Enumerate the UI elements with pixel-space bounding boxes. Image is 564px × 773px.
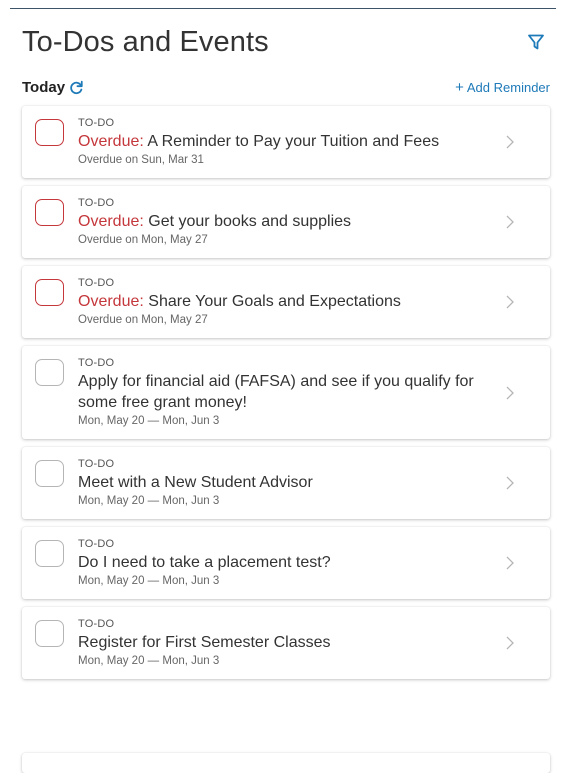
- item-title-text: Register for First Semester Classes: [78, 634, 331, 651]
- item-type: TO-DO: [78, 277, 115, 289]
- item-date: Overdue on Sun, Mar 31: [78, 154, 204, 166]
- filter-button[interactable]: [524, 30, 548, 54]
- item-type: TO-DO: [78, 538, 115, 550]
- refresh-icon: [70, 80, 83, 94]
- section-heading: Today: [22, 79, 85, 96]
- item-title-text: A Reminder to Pay your Tuition and Fees: [147, 133, 440, 150]
- item-type: TO-DO: [78, 357, 115, 369]
- todo-list: TO-DO Overdue: A Reminder to Pay your Tu…: [22, 106, 550, 679]
- section-title: Today: [22, 78, 66, 96]
- item-type: TO-DO: [78, 117, 115, 129]
- item-title: Register for First Semester Classes: [78, 632, 510, 653]
- todo-checkbox[interactable]: [35, 460, 64, 487]
- item-title: Overdue: Share Your Goals and Expectatio…: [78, 291, 510, 312]
- item-type: TO-DO: [78, 458, 115, 470]
- item-title: Meet with a New Student Advisor: [78, 472, 510, 493]
- overdue-label: Overdue:: [78, 293, 144, 310]
- item-date: Mon, May 20 — Mon, Jun 3: [78, 495, 220, 507]
- todo-item[interactable]: TO-DO Overdue: Share Your Goals and Expe…: [22, 266, 550, 338]
- todo-checkbox[interactable]: [35, 540, 64, 567]
- item-date: Mon, May 20 — Mon, Jun 3: [78, 655, 220, 667]
- todo-checkbox[interactable]: [35, 620, 64, 647]
- chevron-right-icon: [506, 556, 516, 570]
- item-title-text: Get your books and supplies: [148, 213, 352, 230]
- todo-item[interactable]: TO-DO Do I need to take a placement test…: [22, 527, 550, 599]
- todo-item[interactable]: TO-DO Overdue: Get your books and suppli…: [22, 186, 550, 258]
- refresh-button[interactable]: [69, 79, 85, 95]
- add-reminder-label: Add Reminder: [466, 79, 550, 95]
- chevron-right-icon: [506, 135, 516, 149]
- todo-item-partial[interactable]: [22, 753, 550, 773]
- chevron-right-icon: [506, 636, 516, 650]
- plus-icon: +: [455, 78, 464, 96]
- item-date: Overdue on Mon, May 27: [78, 234, 208, 246]
- page-title: To-Dos and Events: [22, 25, 269, 58]
- item-title-text: Do I need to take a placement test?: [78, 554, 331, 571]
- item-title-text: Apply for financial aid (FAFSA) and see …: [78, 373, 474, 411]
- item-title-text: Meet with a New Student Advisor: [78, 474, 313, 491]
- chevron-right-icon: [506, 386, 516, 400]
- todo-item[interactable]: TO-DO Apply for financial aid (FAFSA) an…: [22, 346, 550, 439]
- item-title-text: Share Your Goals and Expectations: [148, 293, 401, 310]
- item-date: Overdue on Mon, May 27: [78, 314, 208, 326]
- todo-item[interactable]: TO-DO Meet with a New Student Advisor Mo…: [22, 447, 550, 519]
- todo-checkbox[interactable]: [35, 279, 64, 306]
- chevron-right-icon: [506, 295, 516, 309]
- chevron-right-icon: [506, 215, 516, 229]
- overdue-label: Overdue:: [78, 133, 144, 150]
- chevron-right-icon: [506, 476, 516, 490]
- item-title: Do I need to take a placement test?: [78, 552, 510, 573]
- todo-item[interactable]: TO-DO Overdue: A Reminder to Pay your Tu…: [22, 106, 550, 178]
- todo-checkbox[interactable]: [35, 359, 64, 386]
- item-type: TO-DO: [78, 618, 115, 630]
- page-header: To-Dos and Events: [22, 22, 548, 62]
- item-title: Overdue: Get your books and supplies: [78, 211, 510, 232]
- overdue-label: Overdue:: [78, 213, 144, 230]
- item-date: Mon, May 20 — Mon, Jun 3: [78, 575, 220, 587]
- todo-item[interactable]: TO-DO Register for First Semester Classe…: [22, 607, 550, 679]
- item-date: Mon, May 20 — Mon, Jun 3: [78, 415, 220, 427]
- filter-icon: [528, 34, 544, 50]
- todo-checkbox[interactable]: [35, 199, 64, 226]
- item-title: Overdue: A Reminder to Pay your Tuition …: [78, 131, 510, 152]
- add-reminder-button[interactable]: + Add Reminder: [455, 80, 550, 95]
- item-type: TO-DO: [78, 197, 115, 209]
- top-divider: [10, 8, 556, 9]
- today-section-header: Today + Add Reminder: [22, 76, 550, 98]
- todo-checkbox[interactable]: [35, 119, 64, 146]
- item-title: Apply for financial aid (FAFSA) and see …: [78, 371, 510, 413]
